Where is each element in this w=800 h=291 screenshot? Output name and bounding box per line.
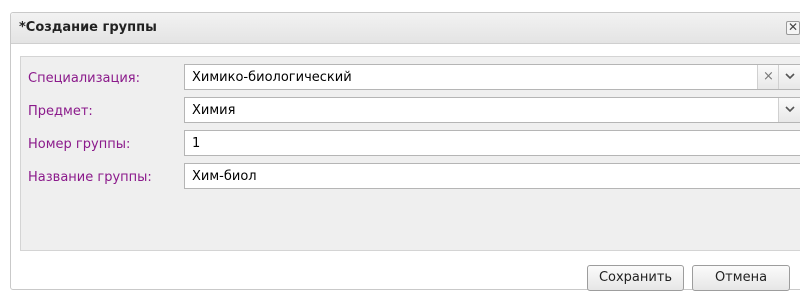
subject-label: Предмет: (28, 104, 93, 119)
subject-row: Предмет: Химия (21, 97, 800, 127)
subject-value: Химия (192, 103, 236, 118)
group-name-row: Название группы: Хим-биол (21, 163, 800, 193)
specialization-combobox[interactable]: Химико-биологический × (184, 64, 800, 90)
specialization-label: Специализация: (28, 71, 140, 86)
create-group-dialog: *Создание группы ✕ Специализация: Химико… (10, 12, 800, 291)
dialog-titlebar[interactable]: *Создание группы ✕ (11, 13, 800, 44)
group-number-label: Номер группы: (28, 137, 131, 152)
cancel-button[interactable]: Отмена (692, 265, 790, 291)
subject-combobox[interactable]: Химия (184, 97, 800, 123)
group-name-input[interactable]: Хим-биол (184, 163, 800, 189)
save-button[interactable]: Сохранить (587, 265, 684, 291)
dialog-title: *Создание группы (19, 20, 157, 35)
group-number-row: Номер группы: 1 (21, 130, 800, 160)
group-number-value: 1 (192, 136, 201, 151)
chevron-down-icon[interactable] (778, 65, 800, 89)
specialization-row: Специализация: Химико-биологический × (21, 64, 800, 94)
chevron-down-icon[interactable] (778, 98, 800, 122)
group-name-label: Название группы: (28, 170, 152, 185)
group-number-input[interactable]: 1 (184, 130, 800, 156)
form-panel: Специализация: Химико-биологический × Пр… (20, 56, 800, 251)
group-name-value: Хим-биол (192, 169, 257, 184)
specialization-value: Химико-биологический (192, 70, 352, 85)
close-icon[interactable]: ✕ (786, 21, 800, 35)
clear-icon[interactable]: × (757, 65, 779, 89)
